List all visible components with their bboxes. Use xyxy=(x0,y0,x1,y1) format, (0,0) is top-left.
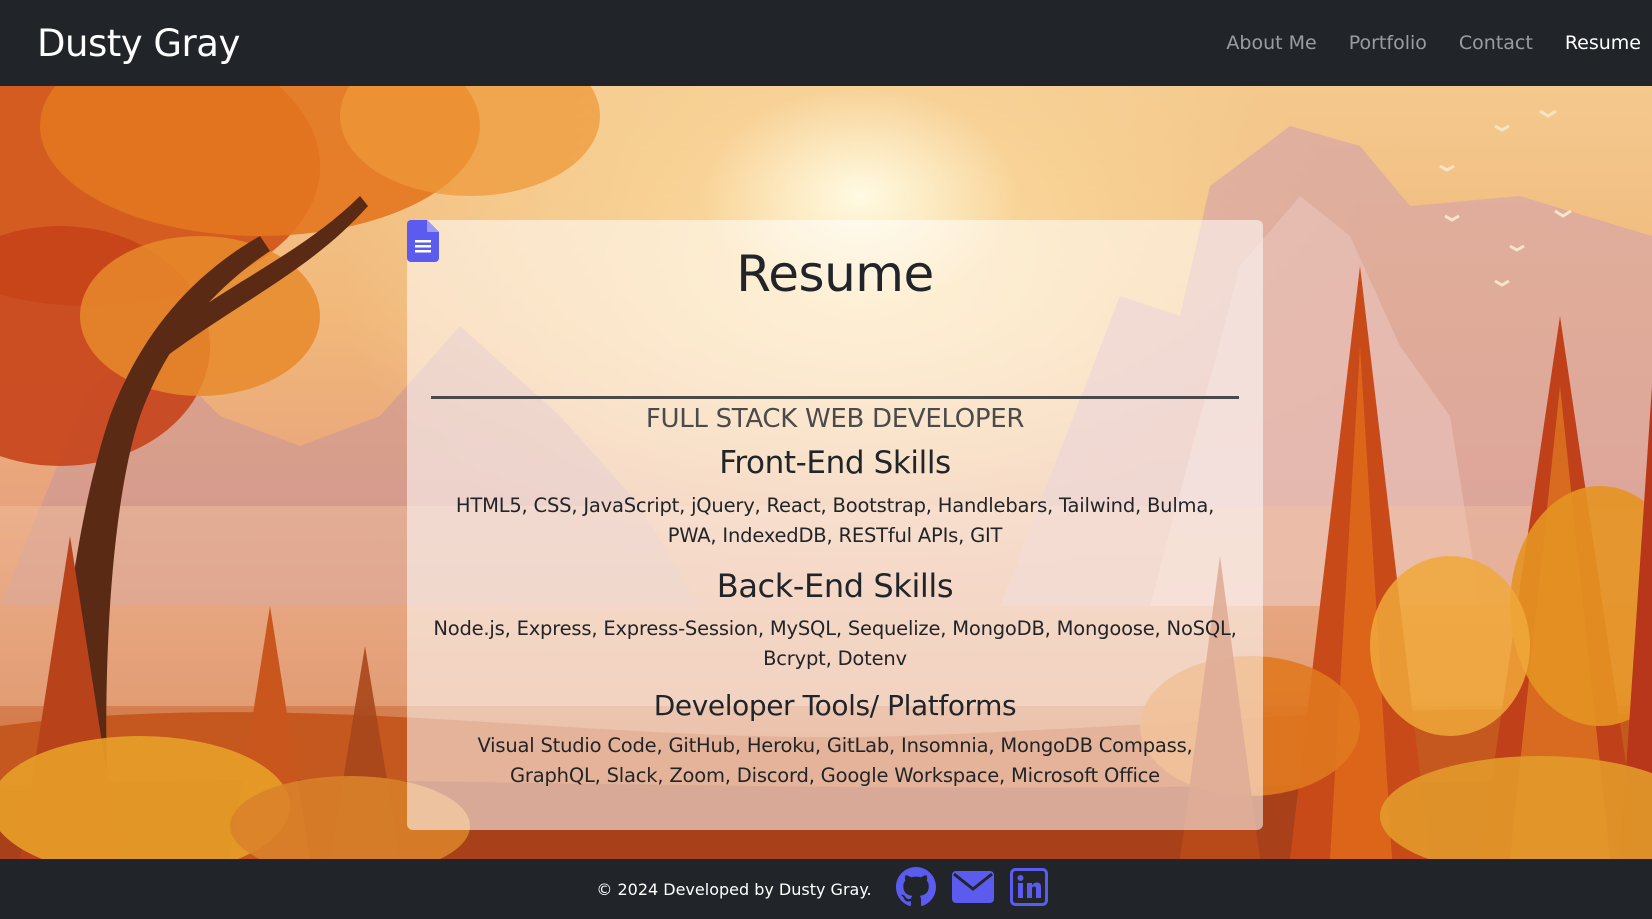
brand-link[interactable]: Dusty Gray xyxy=(37,22,240,65)
job-title: FULL STACK WEB DEVELOPER xyxy=(645,404,1025,434)
linkedin-icon[interactable] xyxy=(1009,868,1048,910)
divider xyxy=(431,396,1239,399)
nav-link-contact[interactable]: Contact xyxy=(1459,32,1533,54)
nav-links: About Me Portfolio Contact Resume xyxy=(1194,32,1641,54)
page-title: Resume xyxy=(736,245,934,303)
footer-copyright: © 2024 Developed by Dusty Gray. xyxy=(596,879,872,899)
navbar: Dusty Gray About Me Portfolio Contact Re… xyxy=(0,0,1652,86)
nav-link-resume[interactable]: Resume xyxy=(1565,32,1641,54)
nav-link-about-me[interactable]: About Me xyxy=(1226,32,1316,54)
front-end-skills-list: HTML5, CSS, JavaScript, jQuery, React, B… xyxy=(455,494,1215,547)
developer-tools-heading: Developer Tools/ Platforms xyxy=(653,689,1017,722)
resume-card: Resume FULL STACK WEB DEVELOPER Front-En… xyxy=(407,220,1263,830)
front-end-skills-heading: Front-End Skills xyxy=(719,445,951,481)
back-end-skills-heading: Back-End Skills xyxy=(716,567,954,605)
developer-tools-list: Visual Studio Code, GitHub, Heroku, GitL… xyxy=(477,734,1193,787)
footer: © 2024 Developed by Dusty Gray. xyxy=(0,859,1652,919)
nav-link-portfolio[interactable]: Portfolio xyxy=(1349,32,1427,54)
hero-background: Resume FULL STACK WEB DEVELOPER Front-En… xyxy=(0,86,1652,859)
file-document-icon[interactable] xyxy=(407,220,439,262)
github-icon[interactable] xyxy=(895,867,936,911)
envelope-icon[interactable] xyxy=(951,871,994,907)
back-end-skills-list: Node.js, Express, Express-Session, MySQL… xyxy=(433,617,1237,670)
